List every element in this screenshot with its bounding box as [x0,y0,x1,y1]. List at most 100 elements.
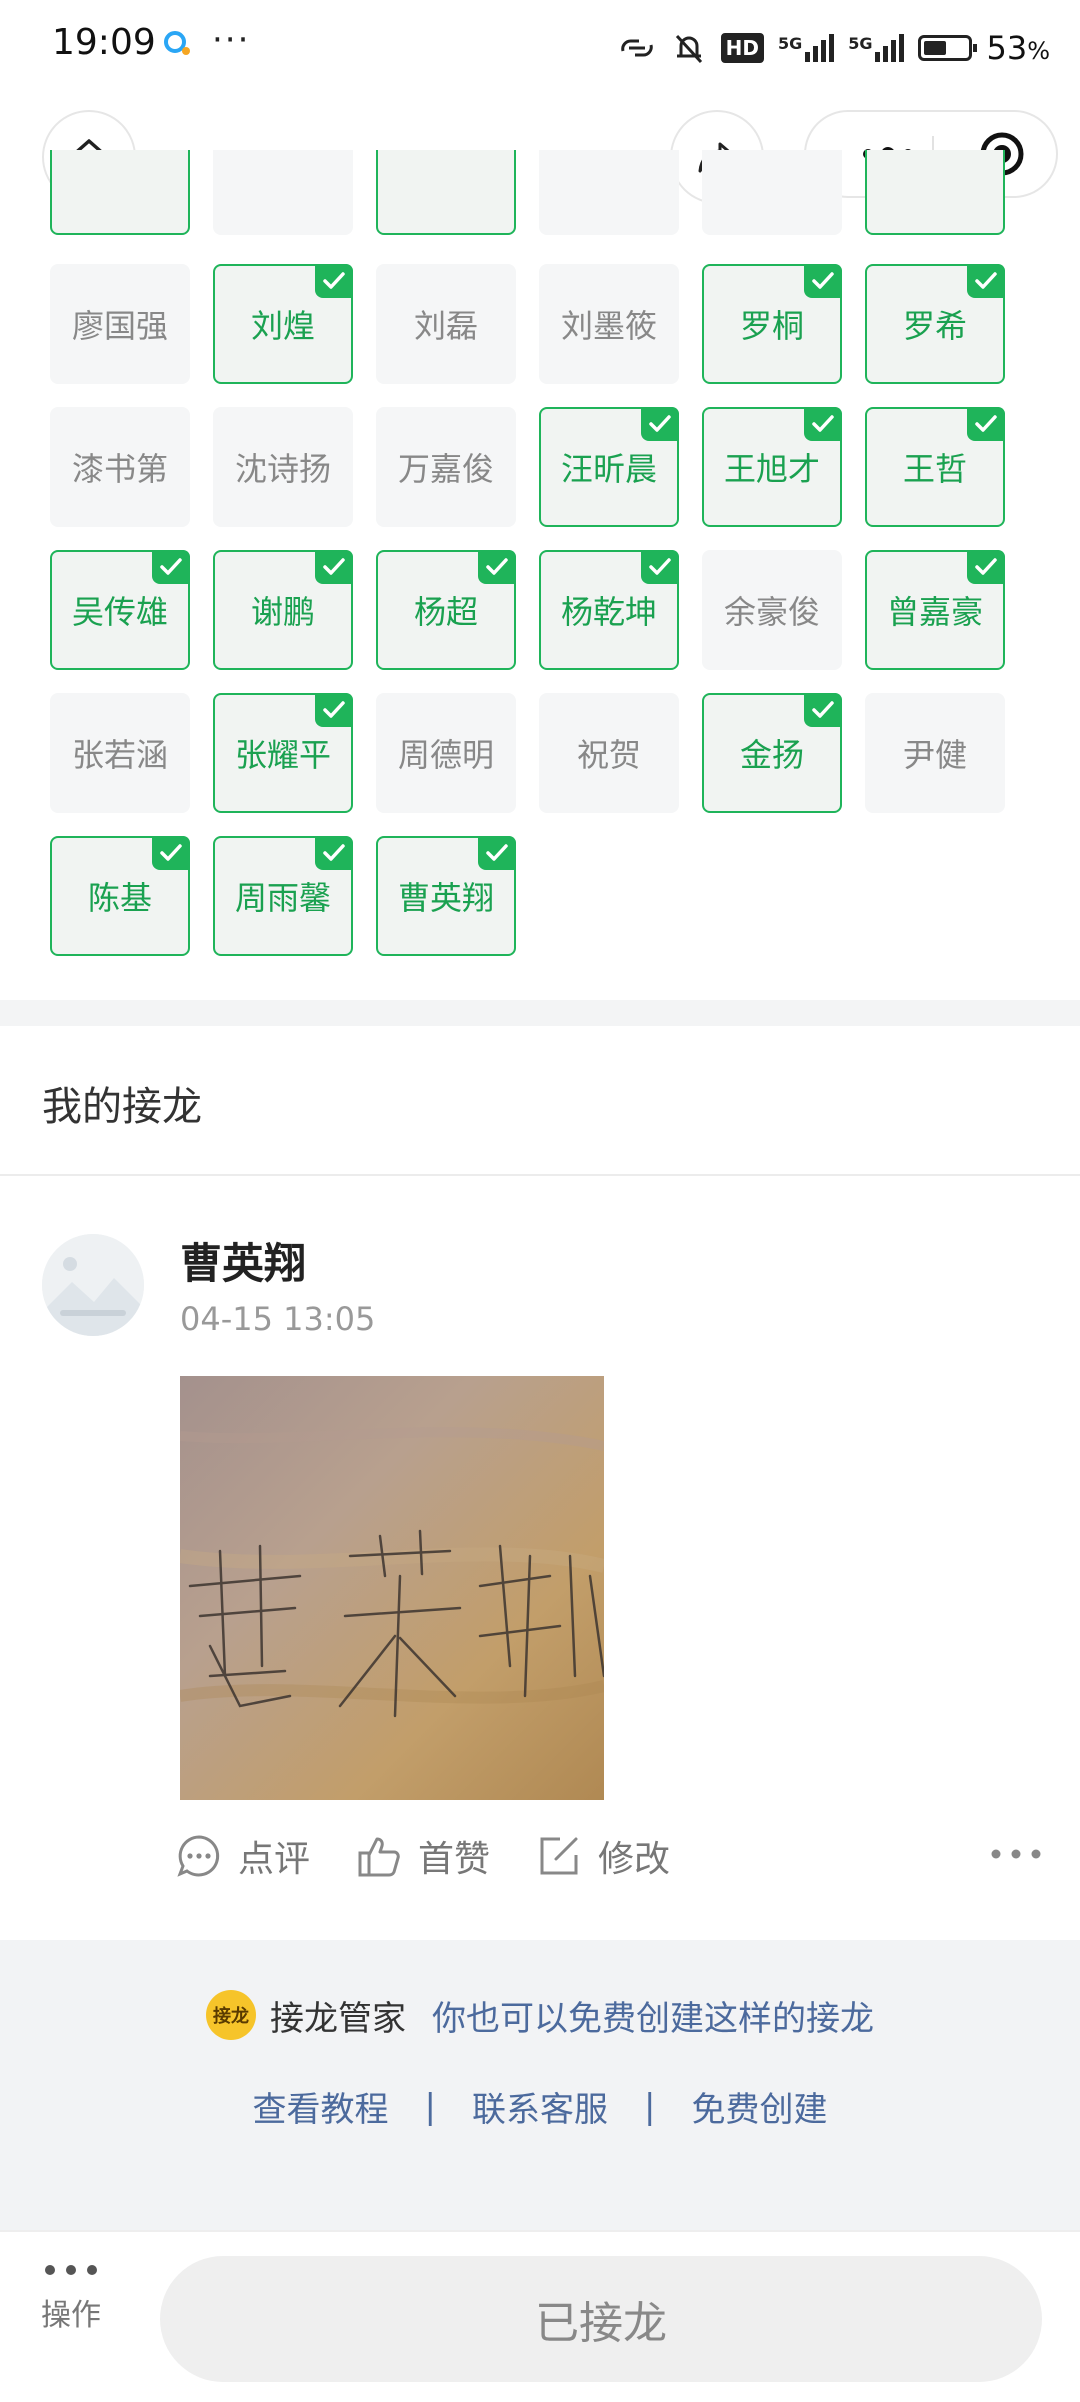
name-cell[interactable]: 罗桐 [702,264,842,384]
name-cell[interactable]: 张若涵 [50,693,190,813]
name-cell-label: 廖国强 [71,307,168,345]
check-icon [967,264,1005,298]
name-cell[interactable]: 陈基 [50,836,190,956]
name-cell[interactable]: 曾嘉豪 [865,550,1005,670]
name-cell-label: 余豪俊 [723,593,820,631]
joined-button[interactable]: 已接龙 [160,2256,1042,2382]
name-cell[interactable]: 沈诗扬 [213,407,353,527]
post-photo[interactable] [180,1376,604,1800]
name-cell[interactable] [376,150,516,235]
post-time: 04-15 13:05 [180,1300,376,1338]
name-cell[interactable]: 罗希 [865,264,1005,384]
name-cell-label: 陈基 [87,879,152,917]
brand-row: 接龙 接龙管家 你也可以免费创建这样的接龙 [0,1990,1080,2040]
post-more-icon[interactable] [988,1842,1044,1866]
name-cell-label: 沈诗扬 [234,450,331,488]
name-cell-label: 罗希 [902,307,967,345]
name-cell-label: 刘墨筱 [560,307,657,345]
operate-button[interactable]: 操作 [36,2262,106,2334]
name-cell-label: 杨超 [413,593,478,631]
section-divider [0,1174,1080,1176]
name-cell-label: 吴传雄 [71,593,168,631]
like-button[interactable]: 首赞 [356,1830,490,1882]
battery-percent: 53% [986,29,1050,67]
name-cell[interactable]: 曹英翔 [376,836,516,956]
status-right: HD 5G 5G 53% [617,22,1050,74]
thumbs-up-icon [358,1837,400,1877]
name-cell-label: 漆书第 [71,450,168,488]
name-cell[interactable] [539,150,679,235]
check-icon [804,407,842,441]
avatar-image [42,1234,144,1336]
name-cell[interactable] [702,150,842,235]
status-bar: 19:09 ··· HD 5G 5G 53% [0,0,1080,96]
name-cell-label: 张若涵 [71,736,168,774]
name-cell-label: 周德明 [397,736,494,774]
battery-percent-sign: % [1027,37,1050,65]
name-cell-label: 谢鹏 [250,593,315,631]
name-cell[interactable]: 刘煌 [213,264,353,384]
name-cell[interactable]: 杨超 [376,550,516,670]
check-icon [967,407,1005,441]
footer-links: 查看教程 | 联系客服 | 免费创建 [0,2082,1080,2131]
name-cell[interactable]: 张耀平 [213,693,353,813]
signal-5g-icon: 5G [777,34,835,62]
name-cell-label: 王哲 [902,450,967,488]
check-icon [641,550,679,584]
name-cell[interactable]: 廖国强 [50,264,190,384]
comment-button[interactable]: 点评 [176,1830,310,1882]
check-icon [315,550,353,584]
name-cell[interactable]: 周雨馨 [213,836,353,956]
name-cell[interactable]: 金扬 [702,693,842,813]
tutorial-link[interactable]: 查看教程 [253,2082,389,2131]
name-cell[interactable]: 刘磊 [376,264,516,384]
check-icon [152,550,190,584]
comment-label: 点评 [238,1839,311,1880]
name-cell[interactable]: 余豪俊 [702,550,842,670]
name-cell-label: 罗桐 [739,307,804,345]
name-cell-label: 刘磊 [413,307,478,345]
name-cell[interactable]: 吴传雄 [50,550,190,670]
edit-button[interactable]: 修改 [536,1830,670,1882]
name-cell-label: 王旭才 [723,450,820,488]
mute-bell-icon [675,34,702,64]
avatar[interactable] [42,1234,144,1336]
operate-dots-icon [45,2265,97,2275]
name-cell[interactable]: 王哲 [865,407,1005,527]
brand-name: 接龙管家 [270,1998,406,2039]
check-icon [478,836,516,870]
name-cell[interactable] [213,150,353,235]
check-icon [804,264,842,298]
name-cell[interactable]: 尹健 [865,693,1005,813]
name-cell[interactable]: 王旭才 [702,407,842,527]
comment-icon [177,1835,220,1877]
signal-label: 5G [777,34,803,53]
name-cell-label: 祝贺 [576,736,641,774]
name-cell[interactable] [50,150,190,235]
check-icon [641,407,679,441]
name-cell[interactable]: 漆书第 [50,407,190,527]
name-cell-label: 曹英翔 [397,879,494,917]
name-cell-label: 尹健 [902,736,967,774]
operate-label: 操作 [41,2298,101,2333]
name-cell[interactable]: 周德明 [376,693,516,813]
status-time: 19:09 [52,22,156,63]
qq-notification-icon [164,31,190,55]
check-icon [152,836,190,870]
battery-value: 53 [986,29,1028,67]
check-icon [967,550,1005,584]
name-cell-label: 杨乾坤 [560,593,657,631]
name-cell[interactable]: 刘墨筱 [539,264,679,384]
name-cell[interactable]: 万嘉俊 [376,407,516,527]
name-grid: 廖国强 刘煌 刘磊 刘墨筱 罗桐 罗希漆书第 沈诗扬 万嘉俊 汪昕晨 王旭才 王哲吴传雄 谢鹏 杨超 杨乾… [0,150,1080,985]
contact-support-link[interactable]: 联系客服 [472,2082,608,2131]
promo-footer: 接龙 接龙管家 你也可以免费创建这样的接龙 查看教程 | 联系客服 | 免费创建 [0,1940,1080,2230]
name-cell[interactable]: 谢鹏 [213,550,353,670]
name-cell[interactable] [865,150,1005,235]
free-create-link[interactable]: 免费创建 [691,2082,827,2131]
create-promo-link[interactable]: 你也可以免费创建这样的接龙 [432,1991,874,2040]
name-cell[interactable]: 汪昕晨 [539,407,679,527]
name-cell[interactable]: 杨乾坤 [539,550,679,670]
name-cell[interactable]: 祝贺 [539,693,679,813]
signal-5g-icon-2: 5G [848,34,905,62]
